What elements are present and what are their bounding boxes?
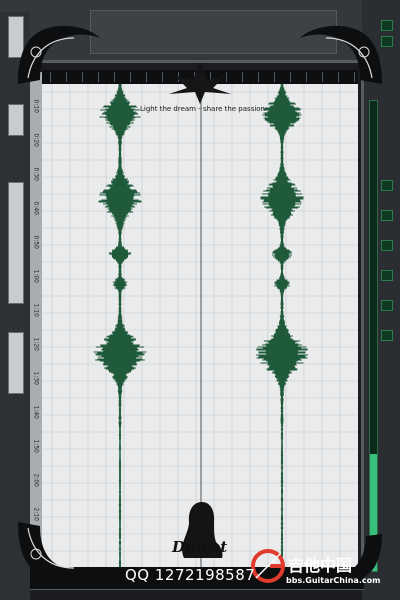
time-ruler[interactable]: 0:10 0:20 0:30 0:40 0:50 1:00 1:10 1:20 1:30 1:40… — [30, 72, 42, 582]
level-meter — [369, 100, 378, 572]
header-tick — [130, 72, 131, 82]
site-name: 吉他中国 — [288, 556, 353, 575]
header-tick — [114, 72, 115, 82]
corner-ornament-icon — [300, 25, 382, 84]
ruler-label: 1:30 — [32, 371, 40, 385]
left-control-strip[interactable] — [8, 182, 24, 304]
slogan-text: Light the dream - share the passion — [140, 105, 265, 113]
header-tick — [242, 72, 243, 82]
right-panel-button[interactable] — [381, 240, 393, 251]
left-control-strip[interactable] — [8, 104, 24, 136]
site-url[interactable]: bbs.GuitarChina.com — [286, 576, 380, 585]
screen: 0:10 0:20 0:30 0:40 0:50 1:00 1:10 1:20 1:30 1:40… — [0, 0, 400, 600]
header-tick — [146, 72, 147, 82]
top-crest-icon — [169, 62, 231, 104]
waveform-editor[interactable] — [42, 84, 358, 568]
signature-text: Dulcet — [172, 538, 228, 556]
ruler-label: 1:40 — [32, 405, 40, 419]
ruler-label: 1:00 — [32, 269, 40, 283]
ruler-label: 1:10 — [32, 303, 40, 317]
ruler-label: 0:30 — [32, 167, 40, 181]
waveform-canvas[interactable] — [42, 84, 358, 568]
right-panel-button[interactable] — [381, 330, 393, 341]
guitarchina-logo-icon — [251, 549, 285, 583]
header-tick — [258, 72, 259, 82]
ruler-label: 0:50 — [32, 235, 40, 249]
header-tick — [274, 72, 275, 82]
contact-text: QQ 1272198587 — [125, 566, 256, 584]
corner-ornament-icon — [18, 25, 100, 84]
ruler-label: 1:50 — [32, 439, 40, 453]
ruler-label: 0:10 — [32, 99, 40, 113]
ruler-label: 2:00 — [32, 473, 40, 487]
right-panel-button[interactable] — [381, 180, 393, 191]
right-panel-button[interactable] — [381, 270, 393, 281]
left-control-strip[interactable] — [8, 332, 24, 394]
header-tick — [162, 72, 163, 82]
header-tick — [290, 72, 291, 82]
right-panel-button[interactable] — [381, 210, 393, 221]
corner-ornament-icon — [18, 522, 100, 581]
right-panel-button[interactable] — [381, 300, 393, 311]
ruler-label: 0:40 — [32, 201, 40, 215]
left-panel — [0, 12, 30, 600]
ruler-label: 0:20 — [32, 133, 40, 147]
ruler-label: 1:20 — [32, 337, 40, 351]
